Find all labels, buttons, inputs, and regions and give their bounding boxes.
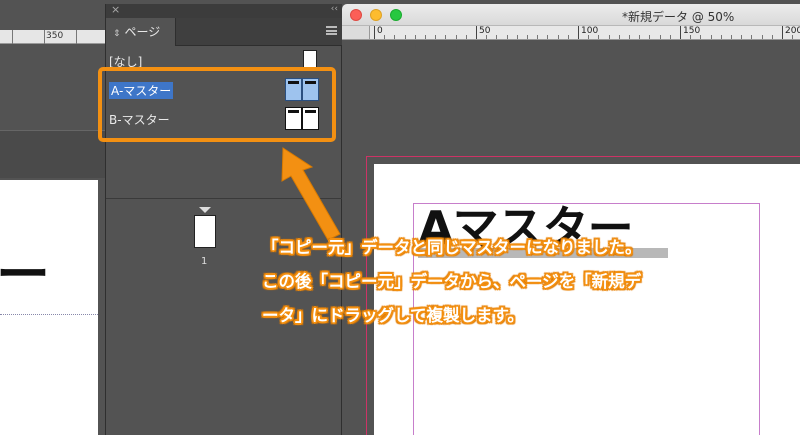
master-applied-marker-icon [199, 207, 211, 213]
ruler-minor-tick [741, 35, 743, 39]
ruler-minor-tick [720, 35, 722, 39]
updown-arrows-icon: ⇕ [113, 29, 121, 39]
ruler-minor-tick [537, 35, 539, 39]
ruler-minor-tick [588, 35, 590, 39]
minimize-window-button[interactable] [370, 9, 382, 21]
ruler-minor-tick [425, 35, 426, 39]
ruler-minor-tick [700, 35, 702, 39]
callout-text: 「コピー元」データと同じマスターになりました。 この後「コピー元」データから、ペ… [262, 231, 782, 333]
panel-topbar: × ‹‹ [106, 3, 343, 18]
ruler-minor-tick [414, 35, 416, 39]
ruler-tick-label: 50 [479, 26, 491, 36]
ruler-minor-tick [445, 35, 447, 39]
ruler-major-tick [476, 26, 477, 39]
horizontal-ruler[interactable]: 050100150200250300 [370, 26, 800, 40]
ruler-minor-tick [659, 35, 661, 39]
ruler-tick-label: 150 [683, 26, 701, 36]
ruler-minor-tick [792, 35, 794, 39]
ruler-minor-tick [629, 35, 630, 39]
ruler-major-tick [374, 26, 375, 39]
ruler-minor-tick [506, 35, 508, 39]
ruler-origin[interactable] [342, 26, 370, 40]
left-page-text: ー [0, 243, 50, 306]
ruler-major-tick [782, 26, 783, 39]
panel-tabbar: ⇕ ページ [106, 18, 343, 46]
ruler-minor-tick [516, 35, 518, 39]
close-icon[interactable]: × [111, 3, 120, 16]
callout-line-2: この後「コピー元」データから、ページを「新規デ [262, 272, 642, 291]
ruler-minor-tick [455, 35, 457, 39]
collapse-icon[interactable]: ‹‹ [331, 4, 338, 14]
ruler-minor-tick [567, 35, 569, 39]
callout-line-1: 「コピー元」データと同じマスターになりました。 [262, 238, 642, 257]
ruler-minor-tick [404, 35, 406, 39]
ruler-minor-tick [557, 35, 559, 39]
ruler-minor-tick [731, 35, 732, 39]
close-window-button[interactable] [350, 9, 362, 21]
ruler-minor-tick [527, 35, 528, 39]
ruler-minor-tick [598, 35, 600, 39]
page-number-label: 1 [201, 256, 208, 267]
page-1-thumbnail[interactable] [194, 215, 216, 248]
ruler-minor-tick [639, 35, 641, 39]
ruler-minor-tick [547, 35, 549, 39]
left-ruler-label: 350 [46, 31, 64, 41]
ruler-minor-tick [751, 35, 753, 39]
document-window: *新規データ @ 50% 050100150200250300 Aマスター [342, 4, 800, 435]
left-document-page: ー [0, 180, 98, 435]
ruler-minor-tick [608, 35, 610, 39]
ruler-minor-tick [435, 35, 437, 39]
tab-pages-label: ページ [124, 25, 161, 39]
ruler-tick-label: 0 [377, 26, 383, 36]
ruler-minor-tick [394, 35, 396, 39]
ruler-minor-tick [669, 35, 671, 39]
ruler-minor-tick [761, 35, 763, 39]
document-title: *新規データ @ 50% [622, 10, 735, 24]
ruler-minor-tick [710, 35, 712, 39]
ruler-major-tick [680, 26, 681, 39]
ruler-tick-label: 100 [581, 26, 599, 36]
ruler-minor-tick [486, 35, 488, 39]
background-document-window: 350 ー [0, 0, 106, 435]
ruler-minor-tick [618, 35, 620, 39]
ruler-minor-tick [771, 35, 773, 39]
ruler-minor-tick [649, 35, 651, 39]
window-titlebar: *新規データ @ 50% [342, 4, 800, 26]
left-window-ruler: 350 [0, 30, 106, 44]
ruler-minor-tick [496, 35, 498, 39]
panel-menu-icon[interactable] [326, 26, 337, 35]
highlight-box [98, 67, 336, 142]
panel-divider[interactable] [106, 198, 343, 199]
ruler-minor-tick [384, 35, 386, 39]
tab-pages[interactable]: ⇕ ページ [106, 18, 176, 46]
callout-line-3: ータ」にドラッグして複製します。 [262, 306, 524, 325]
ruler-minor-tick [465, 35, 467, 39]
zoom-window-button[interactable] [390, 9, 402, 21]
ruler-major-tick [578, 26, 579, 39]
ruler-minor-tick [690, 35, 692, 39]
